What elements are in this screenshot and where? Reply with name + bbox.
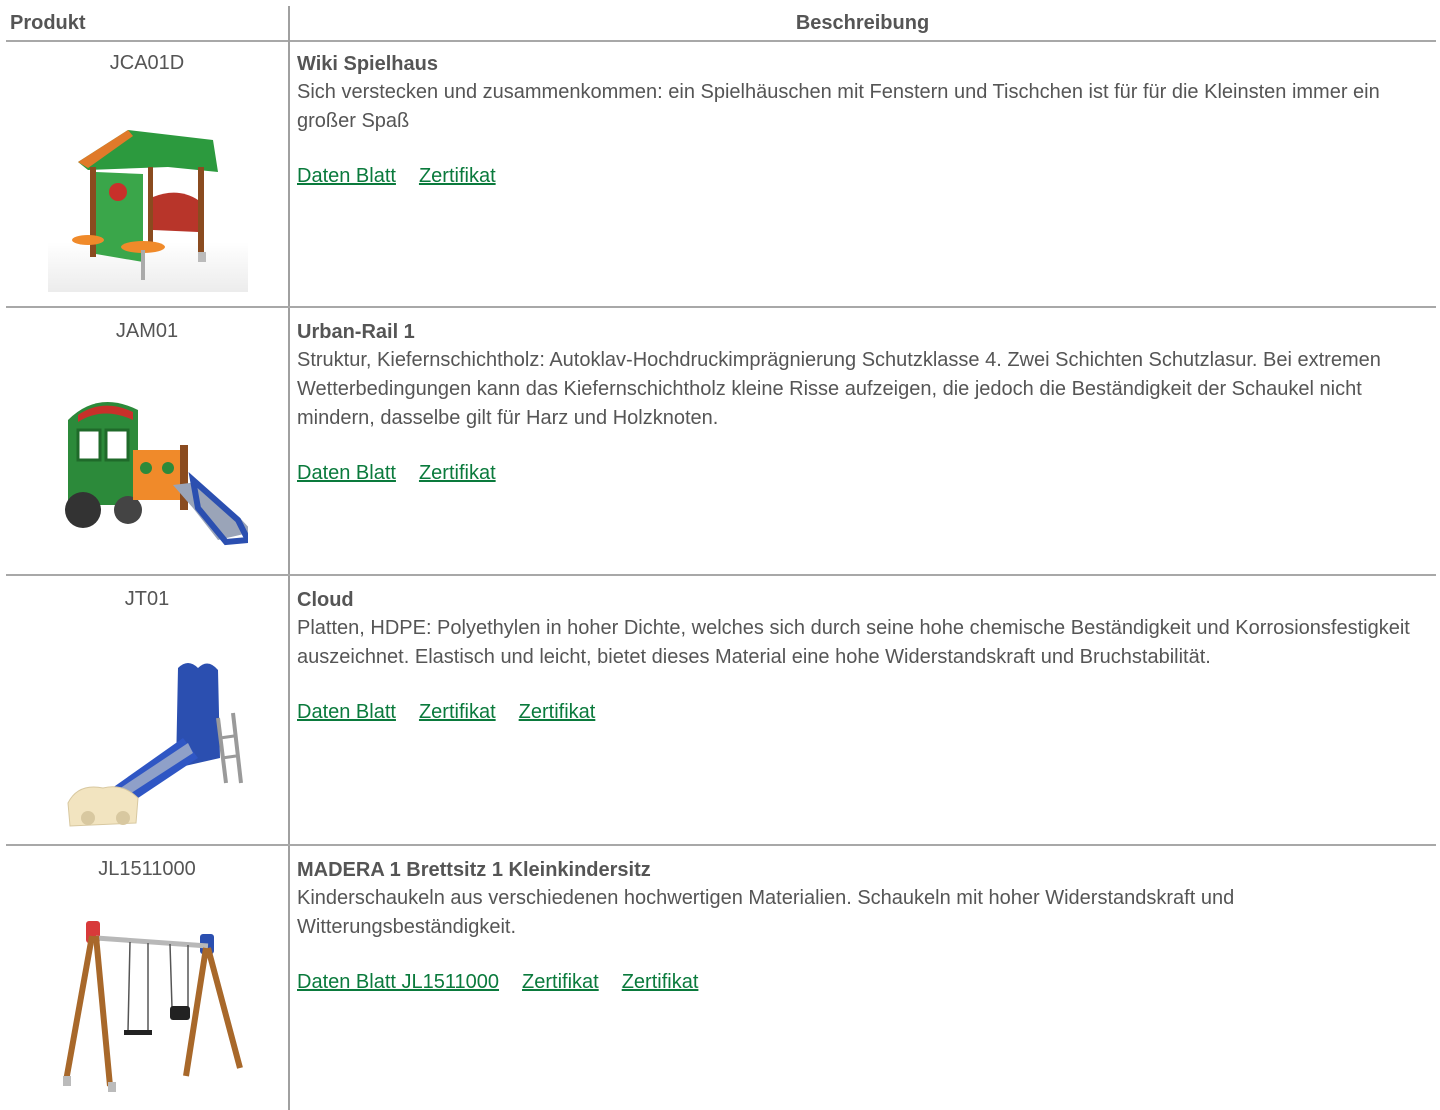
certificate-link[interactable]: Zertifikat [519, 701, 596, 723]
table-row: JL1511000 MADERA 1 Brettsitz 1 Kleinkind… [6, 846, 1436, 1110]
datasheet-link[interactable]: Daten Blatt [297, 462, 396, 484]
header-description: Beschreibung [795, 12, 930, 34]
slide-image [67, 663, 243, 827]
product-text: Struktur, Kiefernschichtholz: Autoklav-H… [297, 349, 1381, 429]
product-text: Platten, HDPE: Polyethylen in hoher Dich… [297, 617, 1410, 668]
product-title: Wiki Spielhaus [297, 53, 438, 75]
product-links: Daten Blatt Zertifikat Zertifikat [297, 698, 1432, 726]
product-title: Cloud [297, 589, 354, 611]
product-links: Daten Blatt Zertifikat [297, 162, 1432, 190]
product-title: MADERA 1 Brettsitz 1 Kleinkindersitz [297, 859, 651, 881]
product-code: JCA01D [109, 52, 185, 74]
table-row: JT01 Cloud Platten, HDPE: Polyethylen in… [6, 576, 1436, 844]
playhouse-image [48, 130, 248, 292]
datasheet-link[interactable]: Daten Blatt [297, 165, 396, 187]
product-code: JL1511000 [98, 858, 196, 880]
product-description: Cloud Platten, HDPE: Polyethylen in hohe… [297, 586, 1432, 726]
datasheet-link[interactable]: Daten Blatt [297, 701, 396, 723]
certificate-link[interactable]: Zertifikat [522, 971, 599, 993]
datasheet-link[interactable]: Daten Blatt JL1511000 [297, 971, 499, 993]
product-code: JT01 [124, 588, 170, 610]
product-description: Wiki Spielhaus Sich verstecken und zusam… [297, 50, 1432, 190]
table-row: JAM01 Urban-Rail 1 Struktur, Kiefernschi… [6, 308, 1436, 574]
product-title: Urban-Rail 1 [297, 321, 415, 343]
product-description: Urban-Rail 1 Struktur, Kiefernschichthol… [297, 318, 1432, 487]
train-playset-image [65, 402, 248, 546]
certificate-link[interactable]: Zertifikat [622, 971, 699, 993]
product-links: Daten Blatt JL1511000 Zertifikat Zertifika… [297, 968, 1432, 996]
swing-image [63, 921, 243, 1092]
header-product: Produkt [10, 12, 86, 34]
product-text: Sich verstecken und zusammenkommen: ein … [297, 81, 1380, 132]
table-header: Produkt Beschreibung [6, 0, 1436, 42]
certificate-link[interactable]: Zertifikat [419, 462, 496, 484]
certificate-link[interactable]: Zertifikat [419, 701, 496, 723]
certificate-link[interactable]: Zertifikat [419, 165, 496, 187]
product-description: MADERA 1 Brettsitz 1 Kleinkindersitz Kin… [297, 856, 1432, 996]
product-text: Kinderschaukeln aus verschiedenen hochwe… [297, 887, 1235, 938]
product-code: JAM01 [115, 320, 179, 342]
table-row: JCA01D Wiki Spielhaus Sich verstecken un… [6, 40, 1436, 306]
product-links: Daten Blatt Zertifikat [297, 459, 1432, 487]
